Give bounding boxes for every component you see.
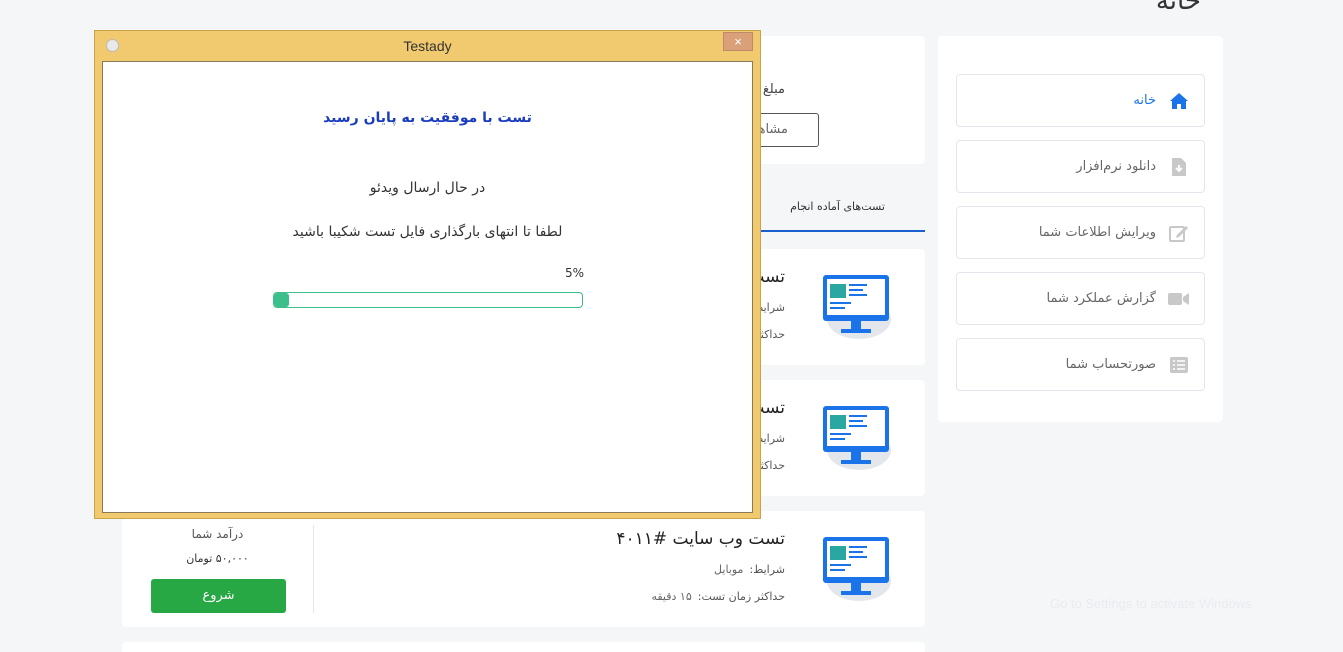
- max-time-value: ۱۵ دقیقه: [651, 590, 692, 603]
- home-icon: [1168, 90, 1190, 112]
- success-message: تست با موفقیت به پایان رسید: [323, 110, 532, 126]
- start-button[interactable]: شروع: [151, 579, 286, 613]
- upload-dialog: Testady × تست با موفقیت به پایان رسید در…: [94, 30, 761, 519]
- video-camera-icon: [1168, 288, 1190, 310]
- activation-watermark: Go to Settings to activate Windows: [1050, 596, 1252, 611]
- list-icon: [1168, 354, 1190, 376]
- page-title: خانه: [1155, 0, 1201, 16]
- tab-ready-tests[interactable]: تست‌های آماده انجام: [750, 188, 925, 232]
- sidebar: خانه دانلود نرم‌افزار ویرایش اطلاعات شما…: [938, 36, 1223, 422]
- dialog-title: Testady: [403, 38, 452, 54]
- sidebar-item-label: دانلود نرم‌افزار: [1076, 159, 1156, 174]
- income-value: ۵۰,۰۰۰ تومان: [186, 552, 249, 565]
- max-time-label: حداکثر زمان تست:: [697, 590, 785, 603]
- sidebar-item-billing[interactable]: صورتحساب شما: [956, 338, 1205, 391]
- dialog-content: تست با موفقیت به پایان رسید در حال ارسال…: [102, 61, 753, 513]
- sending-message: در حال ارسال ویدئو: [369, 180, 486, 196]
- card-divider: [313, 525, 314, 613]
- progress-percent: 5%: [565, 266, 585, 280]
- test-conditions: شرایط: موبایل: [714, 563, 785, 576]
- income-label: درآمد شما: [191, 527, 244, 541]
- sidebar-item-label: صورتحساب شما: [1065, 357, 1156, 372]
- monitor-icon: [815, 533, 895, 605]
- sidebar-item-edit-profile[interactable]: ویرایش اطلاعات شما: [956, 206, 1205, 259]
- sidebar-item-label: ویرایش اطلاعات شما: [1038, 225, 1156, 240]
- progress-fill: [274, 293, 290, 307]
- monitor-icon: [815, 271, 895, 343]
- test-max-time: حداکثر زمان تست: ۱۵ دقیقه: [651, 590, 785, 603]
- close-button[interactable]: ×: [723, 32, 753, 51]
- sidebar-item-label: گزارش عملکرد شما: [1046, 291, 1156, 306]
- sidebar-item-home[interactable]: خانه: [956, 74, 1205, 127]
- sidebar-item-label: خانه: [1133, 93, 1156, 108]
- conditions-value: موبایل: [714, 563, 744, 576]
- conditions-label: شرایط:: [749, 563, 785, 576]
- sidebar-item-download[interactable]: دانلود نرم‌افزار: [956, 140, 1205, 193]
- test-card: تست وب سایت #۴۰۱۱ شرایط: موبایل حداکثر زم…: [122, 511, 925, 627]
- edit-icon: [1168, 222, 1190, 244]
- wait-message: لطفا تا انتهای بارگذاری فایل تست شکیبا ب…: [292, 224, 563, 240]
- amount-label: مبلغ: [762, 82, 785, 97]
- upload-progress-bar: [273, 292, 583, 308]
- file-download-icon: [1168, 156, 1190, 178]
- dialog-titlebar[interactable]: Testady ×: [95, 31, 760, 61]
- monitor-icon: [815, 402, 895, 474]
- sidebar-item-performance[interactable]: گزارش عملکرد شما: [956, 272, 1205, 325]
- next-card: [122, 642, 925, 652]
- test-title: تست وب سایت #۴۰۱۱: [616, 529, 785, 549]
